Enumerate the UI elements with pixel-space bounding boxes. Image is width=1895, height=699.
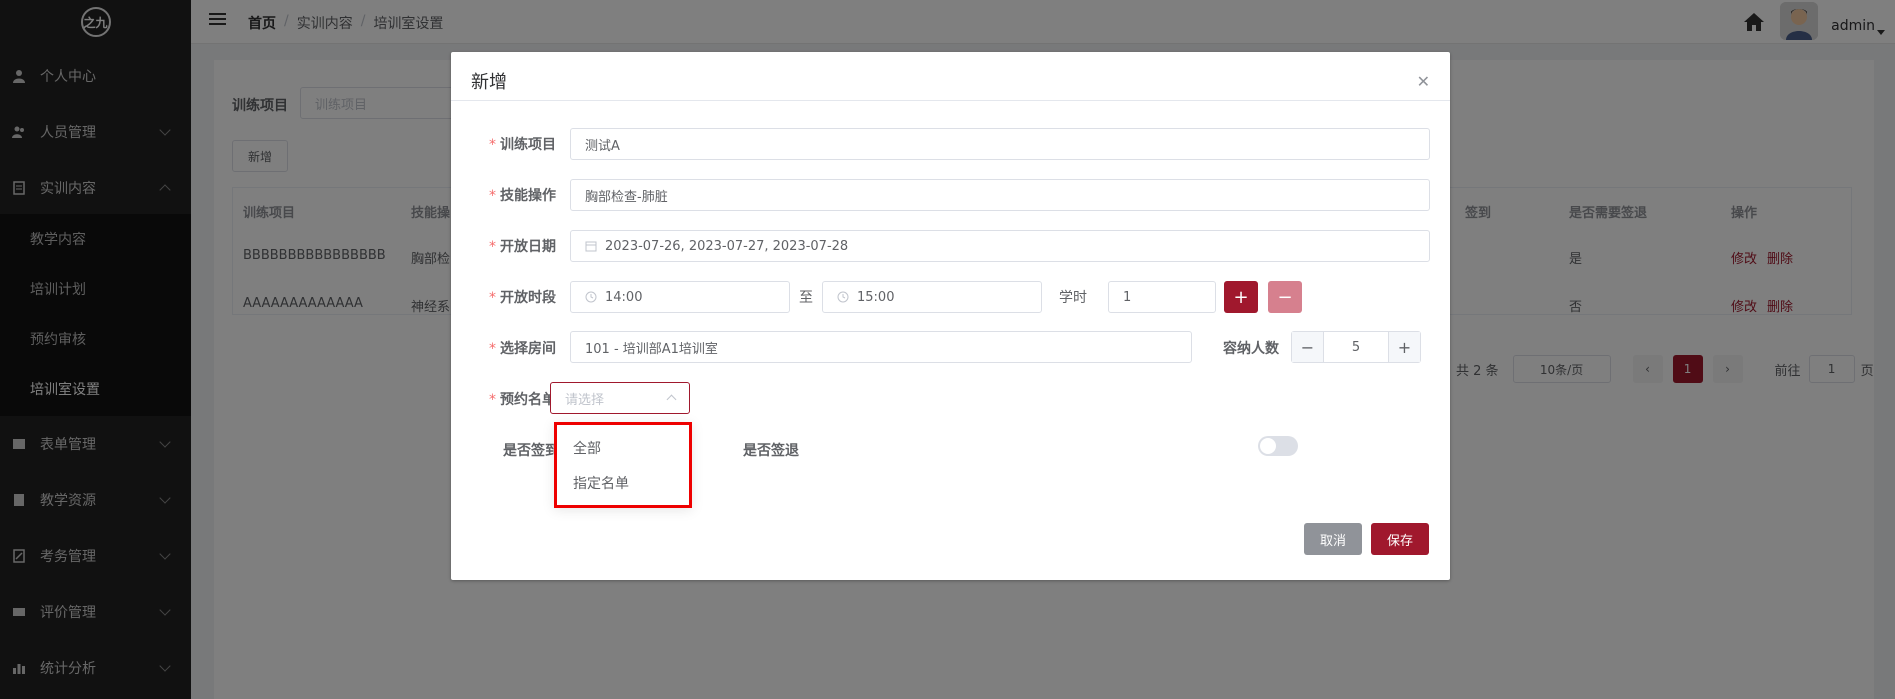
save-button[interactable]: 保存 <box>1371 523 1429 555</box>
field-label-date: * 开放日期 <box>489 239 556 255</box>
hours-input[interactable]: 1 <box>1108 281 1216 313</box>
decrement-button[interactable]: − <box>1292 332 1324 362</box>
add-dialog: 新增 ✕ * 训练项目 测试A * 技能操作 胸部检查-肺脏 * 开放日期 2023-… <box>451 52 1450 580</box>
clock-icon <box>585 291 597 303</box>
booking-list-select[interactable]: 请选择 <box>550 382 690 414</box>
dialog-divider <box>451 100 1450 101</box>
field-label-time: * 开放时段 <box>489 290 556 306</box>
time-range-separator: 至 <box>799 290 813 306</box>
hours-label: 学时 <box>1059 290 1087 306</box>
chevron-up-icon <box>666 394 677 405</box>
signin-label: 是否签到 <box>503 443 559 459</box>
select-placeholder: 请选择 <box>565 392 605 408</box>
capacity-stepper: − 5 + <box>1291 331 1421 363</box>
dialog-title: 新增 <box>471 72 507 93</box>
option-specified-list[interactable]: 指定名单 <box>573 473 629 493</box>
room-select[interactable]: 101 - 培训部A1培训室 <box>570 331 1192 363</box>
project-input[interactable]: 测试A <box>570 128 1430 160</box>
close-icon[interactable]: ✕ <box>1417 72 1430 91</box>
start-time-input[interactable]: 14:00 <box>570 281 790 313</box>
remove-period-button[interactable]: − <box>1268 281 1302 313</box>
booking-list-dropdown: 全部 指定名单 <box>554 422 692 508</box>
toggle-knob <box>1260 438 1276 454</box>
signout-label: 是否签退 <box>743 443 799 459</box>
field-label-skill: * 技能操作 <box>489 188 556 204</box>
end-time-input[interactable]: 15:00 <box>822 281 1042 313</box>
field-label-project: * 训练项目 <box>489 137 556 153</box>
field-label-room: * 选择房间 <box>489 341 556 357</box>
start-time-value: 14:00 <box>605 289 643 305</box>
field-label-list: * 预约名单 <box>489 392 556 408</box>
capacity-value[interactable]: 5 <box>1324 332 1388 362</box>
cancel-button[interactable]: 取消 <box>1304 523 1362 555</box>
option-all[interactable]: 全部 <box>573 438 601 458</box>
signout-toggle[interactable] <box>1258 436 1298 456</box>
date-picker[interactable]: 2023-07-26, 2023-07-27, 2023-07-28 <box>570 230 1430 262</box>
date-value: 2023-07-26, 2023-07-27, 2023-07-28 <box>605 238 849 254</box>
skill-input[interactable]: 胸部检查-肺脏 <box>570 179 1430 211</box>
calendar-icon <box>585 241 597 252</box>
capacity-label: 容纳人数 <box>1223 341 1279 357</box>
increment-button[interactable]: + <box>1388 332 1420 362</box>
end-time-value: 15:00 <box>857 289 895 305</box>
clock-icon <box>837 291 849 303</box>
add-period-button[interactable]: + <box>1224 281 1258 313</box>
